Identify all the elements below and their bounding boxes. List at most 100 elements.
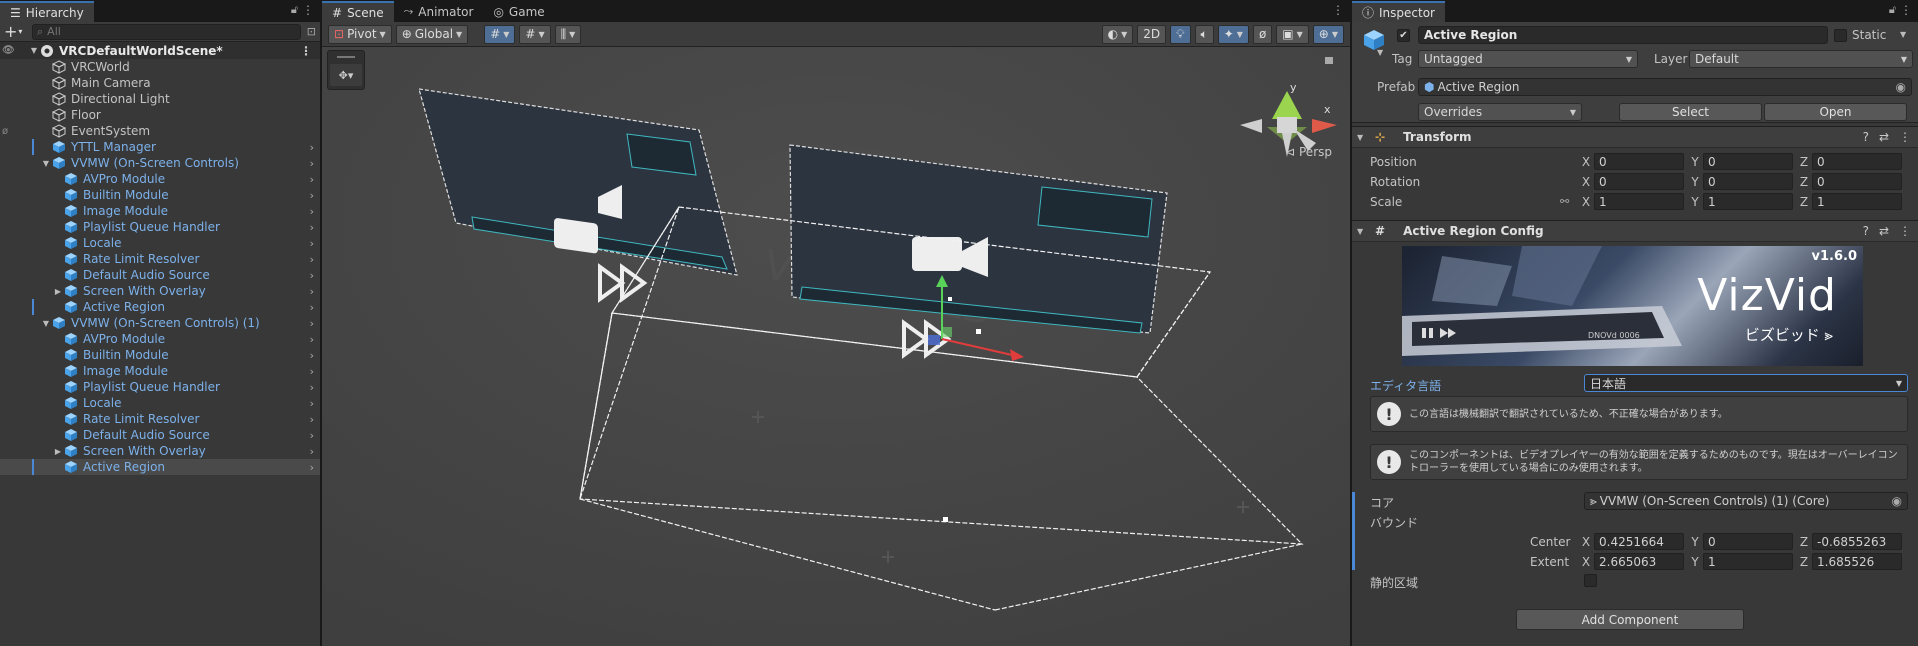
scale-z-field[interactable]: 1 [1812, 193, 1902, 210]
rotation-y-field[interactable]: 0 [1703, 173, 1793, 190]
chevron-right-icon[interactable]: › [310, 253, 314, 266]
position-z-field[interactable]: 0 [1812, 153, 1902, 170]
hierarchy-item[interactable]: ▼ VVMW (On-Screen Controls) › [0, 155, 320, 171]
scene-visibility-icon[interactable]: ⊡ [307, 25, 316, 38]
collapse-arrow-icon[interactable]: ▶ [52, 447, 64, 456]
chevron-down-icon[interactable]: ▼ [1377, 48, 1383, 57]
camera-settings-button[interactable]: ▣ ▼ [1276, 24, 1309, 44]
chevron-right-icon[interactable]: › [310, 173, 314, 186]
expand-arrow-icon[interactable]: ▼ [40, 159, 52, 168]
extent-y-field[interactable]: 1 [1703, 553, 1793, 570]
overrides-dropdown[interactable]: Overrides ▼ [1418, 103, 1582, 121]
hierarchy-item[interactable]: Locale › [0, 235, 320, 251]
chevron-right-icon[interactable]: › [310, 301, 314, 314]
scene-row[interactable]: 👁︎ ▼ VRCDefaultWorldScene* ⋮ [0, 42, 320, 59]
hierarchy-item[interactable]: Image Module › [0, 203, 320, 219]
chevron-right-icon[interactable]: › [310, 157, 314, 170]
hierarchy-item[interactable]: Playlist Queue Handler › [0, 379, 320, 395]
hierarchy-item[interactable]: Rate Limit Resolver › [0, 251, 320, 267]
center-x-field[interactable]: 0.4251664 [1594, 533, 1684, 550]
hierarchy-item[interactable]: ▶ Screen With Overlay › [0, 443, 320, 459]
scale-x-field[interactable]: 1 [1594, 193, 1684, 210]
hierarchy-item[interactable]: Directional Light [0, 91, 320, 107]
hierarchy-item[interactable]: ▼ VVMW (On-Screen Controls) (1) › [0, 315, 320, 331]
chevron-right-icon[interactable]: › [310, 445, 314, 458]
scene-viewport[interactable]: VRCWORLD [322, 47, 1350, 646]
expand-arrow-icon[interactable]: ▼ [40, 319, 52, 328]
hierarchy-item[interactable]: Image Module › [0, 363, 320, 379]
hierarchy-item[interactable]: Playlist Queue Handler › [0, 219, 320, 235]
lock-icon[interactable]: 🔓︎ [1889, 3, 1896, 17]
tab-inspector[interactable]: ⓘ Inspector [1352, 1, 1445, 22]
gizmos-button[interactable]: ⊕ ▼ [1312, 24, 1344, 44]
kebab-menu-icon[interactable]: ⋮ [302, 3, 314, 17]
hierarchy-item[interactable]: Rate Limit Resolver › [0, 411, 320, 427]
static-region-checkbox[interactable] [1584, 574, 1597, 587]
grid-increment-button[interactable]: # ▼ [519, 24, 551, 44]
chevron-right-icon[interactable]: › [310, 365, 314, 378]
scene-visibility-toggle[interactable]: ø [1252, 24, 1273, 44]
presets-icon[interactable]: ⇄ [1879, 130, 1889, 144]
component-menu-icon[interactable]: ⋮ [1899, 130, 1911, 144]
shading-mode-button[interactable]: ◐ ▼ [1101, 24, 1134, 44]
global-dropdown[interactable]: ⊕ Global ▼ [395, 24, 469, 44]
chevron-right-icon[interactable]: › [310, 397, 314, 410]
tab-scene[interactable]: # Scene [322, 1, 394, 22]
position-x-field[interactable]: 0 [1594, 153, 1684, 170]
chevron-right-icon[interactable]: › [310, 221, 314, 234]
collapse-arrow-icon[interactable]: ▶ [52, 287, 64, 296]
chevron-right-icon[interactable]: › [310, 285, 314, 298]
scale-y-field[interactable]: 1 [1703, 193, 1793, 210]
visibility-eye-icon[interactable]: 👁︎ [2, 45, 15, 56]
select-button[interactable]: Select [1619, 103, 1762, 121]
chevron-right-icon[interactable]: › [310, 381, 314, 394]
fold-arrow-icon[interactable]: ▼ [1357, 227, 1369, 236]
rotation-z-field[interactable]: 0 [1812, 173, 1902, 190]
chevron-right-icon[interactable]: › [310, 429, 314, 442]
config-header[interactable]: ▼ # Active Region Config ? ⇄ ⋮ [1352, 220, 1918, 242]
hierarchy-item[interactable]: Active Region › [0, 459, 320, 475]
hierarchy-item[interactable]: ▶ Screen With Overlay › [0, 283, 320, 299]
create-button[interactable]: + ▾ [4, 22, 26, 41]
chevron-right-icon[interactable]: › [310, 269, 314, 282]
extent-z-field[interactable]: 1.685526 [1812, 553, 1902, 570]
hierarchy-item[interactable]: Builtin Module › [0, 347, 320, 363]
hierarchy-item[interactable]: Builtin Module › [0, 187, 320, 203]
object-name-field[interactable]: Active Region [1418, 26, 1828, 44]
hierarchy-item[interactable]: YTTL Manager › [0, 139, 320, 155]
lighting-toggle[interactable]: 💡︎ [1170, 24, 1191, 44]
align-button[interactable]: ⫼ ▼ [554, 24, 582, 44]
help-icon[interactable]: ? [1863, 224, 1869, 238]
open-button[interactable]: Open [1764, 103, 1907, 121]
hierarchy-item[interactable]: VRCWorld [0, 59, 320, 75]
chevron-right-icon[interactable]: › [310, 317, 314, 330]
move-tool-button[interactable]: ✥▾ [330, 64, 362, 86]
chevron-right-icon[interactable]: › [310, 237, 314, 250]
static-checkbox[interactable] [1834, 29, 1847, 42]
chevron-right-icon[interactable]: › [310, 349, 314, 362]
effects-button[interactable]: ✦ ▼ [1217, 24, 1249, 44]
mode-2d-button[interactable]: 2D [1137, 24, 1167, 44]
hierarchy-item[interactable]: AVPro Module › [0, 171, 320, 187]
pivot-dropdown[interactable]: ⊡ Pivot ▼ [328, 24, 392, 44]
prefab-field[interactable]: ⬢ Active Region ◉ [1418, 78, 1912, 96]
chevron-right-icon[interactable]: › [310, 461, 314, 474]
audio-toggle[interactable]: 🔈︎ [1194, 24, 1214, 44]
object-picker-icon[interactable]: ◉ [1896, 80, 1906, 94]
fold-arrow-icon[interactable]: ▼ [1357, 133, 1369, 142]
chevron-right-icon[interactable]: › [310, 205, 314, 218]
tab-game[interactable]: ◎ Game [483, 1, 554, 22]
chevron-right-icon[interactable]: › [310, 333, 314, 346]
lock-icon[interactable]: 🔓︎ [291, 3, 298, 17]
editor-language-dropdown[interactable]: 日本語 ▼ [1584, 374, 1908, 392]
chevron-right-icon[interactable]: › [310, 141, 314, 154]
add-component-button[interactable]: Add Component [1516, 609, 1744, 630]
scene-menu-icon[interactable]: ⋮ [300, 44, 312, 58]
component-menu-icon[interactable]: ⋮ [1899, 224, 1911, 238]
center-y-field[interactable]: 0 [1703, 533, 1793, 550]
expand-arrow-icon[interactable]: ▼ [28, 46, 40, 55]
chevron-down-icon[interactable]: ▼ [1900, 30, 1906, 39]
hierarchy-item[interactable]: Locale › [0, 395, 320, 411]
hidden-eye-icon[interactable]: ø [2, 126, 8, 137]
hierarchy-item[interactable]: Floor [0, 107, 320, 123]
